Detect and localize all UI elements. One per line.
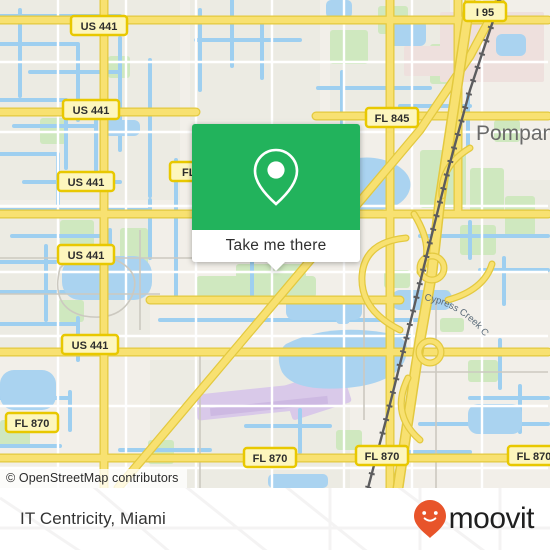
moovit-pin-smiley-icon xyxy=(413,500,446,538)
footer-bar: IT Centricity, Miami moovit xyxy=(0,488,550,550)
moovit-brand[interactable]: moovit xyxy=(413,499,535,539)
map-pin-icon xyxy=(253,148,299,206)
svg-text:FL 870: FL 870 xyxy=(15,418,50,430)
shield-us441-4: US 441 xyxy=(56,243,116,266)
take-me-there-label: Take me there xyxy=(225,237,327,254)
shield-fl870-4: FL 870 xyxy=(506,444,550,467)
svg-text:FL 870: FL 870 xyxy=(253,453,288,465)
svg-text:US 441: US 441 xyxy=(72,340,109,352)
svg-text:FL 870: FL 870 xyxy=(365,451,400,463)
popup-action-area[interactable]: Take me there xyxy=(192,230,360,271)
shield-i95: I 95 xyxy=(462,0,508,23)
shield-us441-2: US 441 xyxy=(61,98,121,121)
shield-fl870-1: FL 870 xyxy=(4,411,60,434)
shield-us441-1: US 441 xyxy=(69,14,129,37)
shield-us441-3: US 441 xyxy=(56,170,116,193)
svg-text:US 441: US 441 xyxy=(68,177,105,189)
map-screenshot-root: Cypress Creek Canal Pompan US 441 US 441… xyxy=(0,0,550,550)
svg-text:US 441: US 441 xyxy=(81,21,118,33)
shield-us441-5: US 441 xyxy=(60,333,120,356)
popup-pointer-tail xyxy=(267,262,285,271)
svg-text:I 95: I 95 xyxy=(476,7,494,19)
shield-fl870-2: FL 870 xyxy=(242,446,298,469)
svg-text:FL 845: FL 845 xyxy=(375,113,410,125)
city-label-pompano: Pompan xyxy=(476,122,550,145)
svg-text:US 441: US 441 xyxy=(68,250,105,262)
moovit-wordmark: moovit xyxy=(448,502,535,535)
location-popup-card[interactable]: Take me there xyxy=(192,124,360,271)
page-title: IT Centricity, Miami xyxy=(20,509,166,528)
shield-fl845: FL 845 xyxy=(364,106,420,129)
osm-attribution[interactable]: © OpenStreetMap contributors xyxy=(0,469,187,488)
svg-text:FL 870: FL 870 xyxy=(517,451,550,463)
popup-icon-area xyxy=(192,124,360,230)
svg-text:US 441: US 441 xyxy=(73,105,110,117)
shield-fl870-3: FL 870 xyxy=(354,444,410,467)
